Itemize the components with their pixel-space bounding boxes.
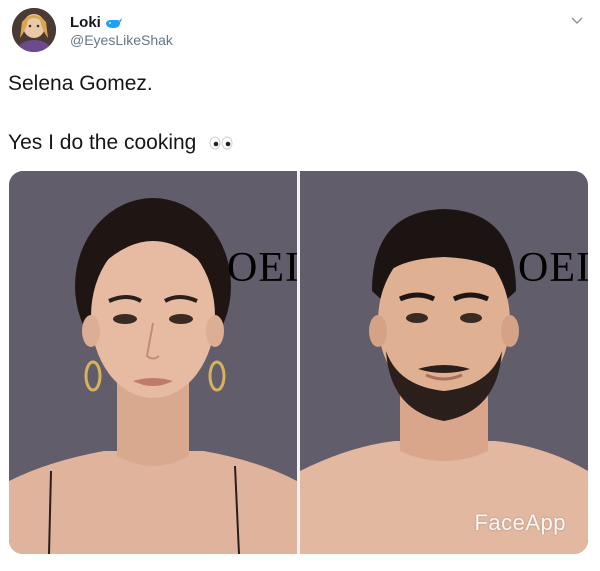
tweet-media[interactable]: OEI OEI FaceApp	[9, 171, 588, 554]
background-sign-text: OEI	[227, 245, 297, 291]
avatar-image	[12, 8, 56, 52]
eyes-icon	[209, 136, 233, 150]
name-row: Loki	[70, 14, 123, 31]
photo-faceapp[interactable]: OEI FaceApp	[300, 171, 588, 554]
user-handle[interactable]: @EyesLikeShak	[70, 32, 173, 48]
display-name[interactable]: Loki	[70, 14, 101, 31]
tweet-text-line-2: Yes I do the cooking	[8, 131, 234, 155]
portrait-man-image: OEI	[300, 171, 588, 554]
avatar[interactable]	[12, 8, 56, 52]
photo-original[interactable]: OEI	[9, 171, 297, 554]
faceapp-watermark: FaceApp	[474, 510, 566, 535]
whale-icon	[105, 17, 122, 28]
background-sign-text: OEI	[518, 245, 588, 291]
tweet-card: Loki @EyesLikeShak Selena Gomez. Yes I d…	[0, 0, 600, 571]
tweet-text-line-1: Selena Gomez.	[8, 72, 153, 95]
chevron-down-icon[interactable]	[570, 14, 584, 28]
tweet-header: Loki @EyesLikeShak	[12, 8, 588, 52]
tweet-text-line-2-label: Yes I do the cooking	[8, 131, 197, 154]
portrait-woman-image: OEI	[9, 171, 297, 554]
